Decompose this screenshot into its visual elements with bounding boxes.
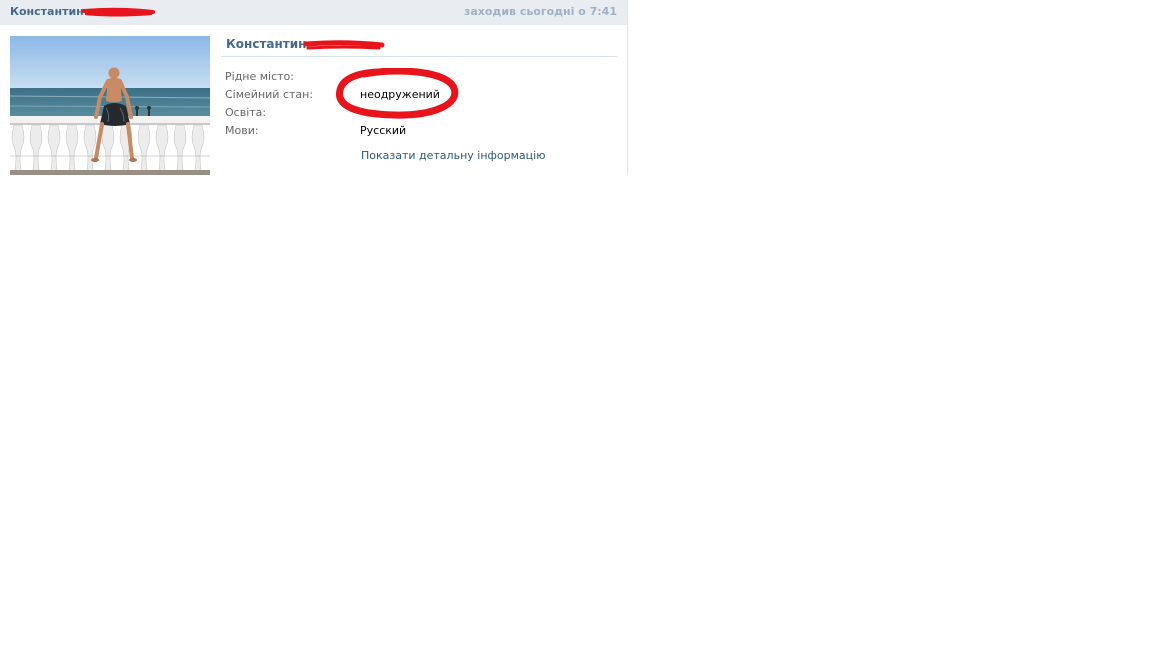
last-seen-status: заходив сьогодні о 7:41 — [463, 5, 617, 18]
red-scribble-redaction-icon — [82, 7, 155, 17]
profile-photo[interactable] — [10, 36, 210, 175]
field-label: Мови: — [225, 124, 259, 137]
red-scribble-redaction-icon — [303, 40, 385, 50]
field-value[interactable]: неодружений — [360, 86, 440, 104]
profile-name: Константин — [226, 37, 307, 51]
header-user-name[interactable]: Константин — [10, 5, 84, 18]
field-education: Освіта: — [225, 104, 617, 122]
profile-fields: Рідне місто: Сімейний стан: неодружений … — [225, 68, 617, 140]
profile-header-bar: Константин заходив сьогодні о 7:41 — [0, 0, 627, 25]
field-languages: Мови: Русский — [225, 122, 617, 140]
field-hometown: Рідне місто: — [225, 68, 617, 86]
field-label: Рідне місто: — [225, 70, 294, 83]
field-relationship: Сімейний стан: неодружений — [225, 86, 617, 104]
field-value[interactable]: Русский — [360, 122, 406, 140]
field-label: Сімейний стан: — [225, 88, 314, 101]
show-details-link[interactable]: Показати детальну інформацію — [361, 149, 545, 162]
profile-photo-image — [10, 36, 210, 175]
field-label: Освіта: — [225, 106, 267, 119]
profile-name-row: Константин — [221, 34, 617, 57]
profile-card: Константин заходив сьогодні о 7:41 Конст… — [0, 0, 628, 175]
profile-info: Константин Рідне місто: Сімейний стан: н… — [221, 34, 617, 162]
